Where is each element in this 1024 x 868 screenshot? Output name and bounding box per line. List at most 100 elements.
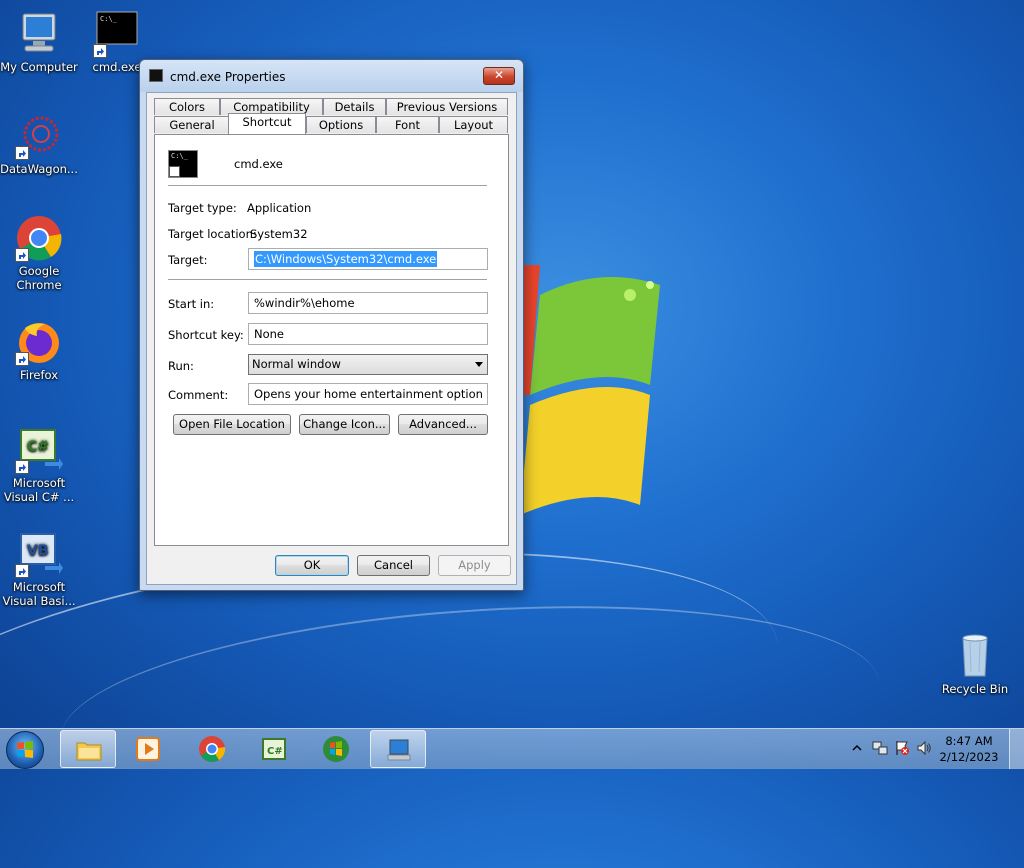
close-button[interactable]: ✕ [483, 67, 515, 85]
target-location-value: System32 [250, 227, 308, 241]
computer-icon [387, 739, 411, 761]
shortcut-key-field[interactable]: None [248, 323, 488, 345]
tab-details[interactable]: Details [323, 98, 386, 115]
tab-colors[interactable]: Colors [154, 98, 220, 115]
svg-text:C#: C# [267, 746, 283, 757]
chrome-icon [199, 736, 226, 762]
divider [168, 279, 487, 281]
close-icon: ✕ [493, 68, 505, 82]
desktop-icon-google-chrome[interactable]: Google Chrome [0, 214, 78, 292]
taskbar-media-center[interactable] [308, 730, 364, 768]
shortcut-arrow-icon [15, 460, 29, 474]
shortcut-arrow-icon [15, 564, 29, 578]
dialog-client: Colors Compatibility Details Previous Ve… [146, 92, 517, 585]
system-tray: 8:47 AM 2/12/2023 [834, 729, 1024, 769]
shortcut-arrow-icon [169, 166, 180, 177]
shortcut-arrow-icon [93, 44, 107, 58]
dialog-titlebar[interactable]: cmd.exe Properties ✕ [140, 60, 523, 92]
shortcut-arrow-icon [15, 352, 29, 366]
tab-font[interactable]: Font [376, 116, 439, 133]
recycle-bin-icon [951, 632, 999, 680]
taskbar-explorer[interactable] [60, 730, 116, 768]
datawagon-icon [15, 112, 63, 160]
shortcut-arrow-icon [15, 146, 29, 160]
app-name: cmd.exe [234, 157, 283, 171]
properties-dialog: cmd.exe Properties ✕ Colors Compatibilit… [139, 59, 524, 591]
desktop-icon-visual-basic[interactable]: VB Microsoft Visual Basi... [0, 530, 78, 608]
target-type-label: Target type: [168, 201, 237, 215]
desktop-icon-label: DataWagon... [0, 162, 78, 176]
taskbar-visual-csharp[interactable]: C# [246, 730, 302, 768]
chevron-up-icon[interactable] [852, 743, 862, 753]
target-location-label: Target location: [168, 227, 257, 241]
tab-general[interactable]: General [154, 116, 230, 133]
target-label: Target: [168, 253, 208, 267]
desktop-icon-datawagon[interactable]: DataWagon... [0, 112, 78, 176]
windows-logo-icon [17, 741, 33, 758]
media-center-icon [323, 736, 349, 762]
ok-button[interactable]: OK [275, 555, 349, 576]
media-player-icon [136, 737, 160, 761]
chevron-down-icon [475, 362, 483, 367]
desktop-icon-recycle-bin[interactable]: Recycle Bin [936, 632, 1014, 696]
advanced-button[interactable]: Advanced... [398, 414, 488, 435]
desktop-icon-my-computer[interactable]: My Computer [0, 10, 78, 74]
svg-text:VB: VB [27, 543, 49, 559]
volume-icon[interactable] [916, 740, 932, 756]
visual-csharp-icon: C# [15, 426, 63, 474]
folder-icon [76, 742, 102, 761]
apply-button[interactable]: Apply [438, 555, 511, 576]
start-in-label: Start in: [168, 297, 215, 311]
desktop-icon-firefox[interactable]: Firefox [0, 318, 78, 382]
desktop-icon-label: Google Chrome [16, 264, 62, 292]
visual-basic-icon: VB [15, 530, 63, 578]
computer-icon [15, 10, 63, 58]
firefox-icon [15, 318, 63, 366]
taskbar-media-player[interactable] [120, 730, 176, 768]
desktop-icon-label: Recycle Bin [941, 682, 1009, 696]
tab-shortcut[interactable]: Shortcut [228, 113, 306, 134]
cmd-icon: C:\_ [93, 10, 141, 58]
desktop-icon-label: My Computer [0, 60, 78, 74]
taskbar-chrome[interactable] [184, 730, 240, 768]
desktop-icon-label: Microsoft Visual Basi... [2, 580, 76, 608]
cancel-button[interactable]: Cancel [357, 555, 430, 576]
chrome-icon [15, 214, 63, 262]
clock-time: 8:47 AM [945, 734, 993, 748]
visual-csharp-icon: C# [262, 738, 286, 760]
tab-layout[interactable]: Layout [439, 116, 508, 133]
run-select-value: Normal window [252, 357, 341, 371]
target-field[interactable]: C:\Windows\System32\cmd.exe [248, 248, 488, 270]
start-in-field[interactable]: %windir%\ehome [248, 292, 488, 314]
tab-options[interactable]: Options [306, 116, 376, 133]
shortcut-tab-panel: C:\_ cmd.exe Target type: Application Ta… [154, 134, 509, 546]
cmd-title-icon [149, 69, 163, 82]
show-desktop-button[interactable] [1009, 729, 1024, 769]
action-center-flag-icon[interactable] [894, 740, 910, 756]
target-field-text: C:\Windows\System32\cmd.exe [254, 251, 438, 267]
dialog-title: cmd.exe Properties [170, 70, 286, 84]
run-label: Run: [168, 359, 194, 373]
svg-text:C:\_: C:\_ [100, 15, 118, 23]
change-icon-button[interactable]: Change Icon... [299, 414, 390, 435]
comment-label: Comment: [168, 388, 229, 402]
target-type-value: Application [247, 201, 312, 215]
divider [168, 185, 487, 187]
desktop-icon-label: Firefox [19, 368, 59, 382]
desktop-icon-label: Microsoft Visual C# ... [3, 476, 75, 504]
shortcut-key-label: Shortcut key: [168, 328, 244, 342]
cmd-app-icon: C:\_ [168, 150, 198, 178]
clock[interactable]: 8:47 AM 2/12/2023 [936, 733, 1002, 765]
taskbar: C# 8:47 AM 2/12/2023 [0, 728, 1024, 769]
open-file-location-button[interactable]: Open File Location [173, 414, 291, 435]
network-icon[interactable] [872, 740, 888, 756]
clock-date: 2/12/2023 [939, 750, 999, 764]
desktop-icon-visual-csharp[interactable]: C# Microsoft Visual C# ... [0, 426, 78, 504]
tab-previous-versions[interactable]: Previous Versions [386, 98, 508, 115]
start-button[interactable] [6, 731, 44, 769]
shortcut-arrow-icon [15, 248, 29, 262]
run-select[interactable]: Normal window [248, 354, 488, 375]
taskbar-properties-window[interactable] [370, 730, 426, 768]
comment-field[interactable]: Opens your home entertainment option for… [248, 383, 488, 405]
svg-text:C#: C# [27, 439, 49, 455]
